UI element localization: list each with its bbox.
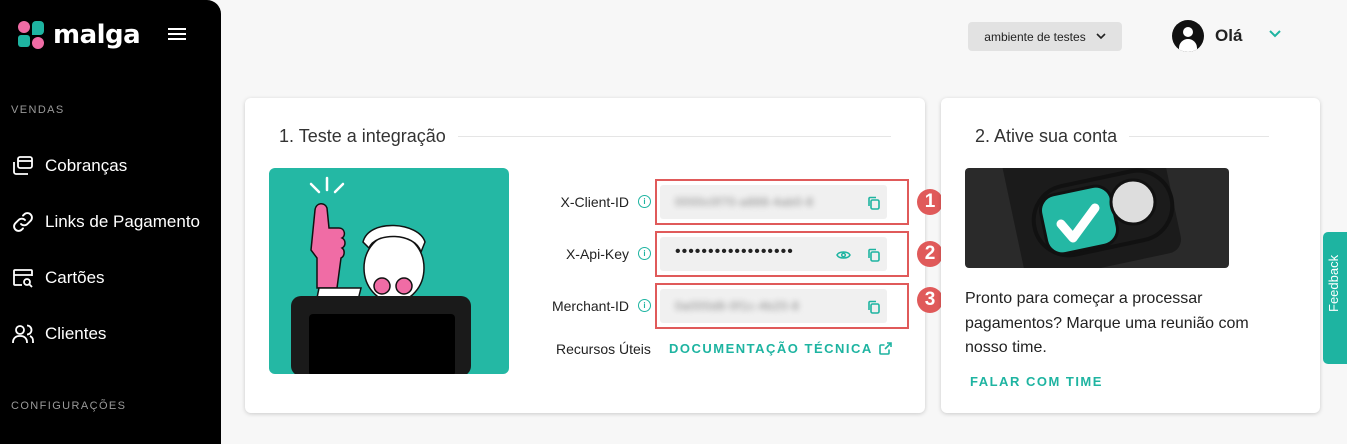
sidebar-item-label: Clientes	[45, 324, 107, 343]
feedback-tab[interactable]: Feedback	[1323, 232, 1347, 364]
environment-value: ambiente de testes	[984, 29, 1086, 44]
info-icon[interactable]: i	[638, 195, 651, 208]
client-id-value: 0000c0f70-a888-4ab0-8	[675, 195, 814, 209]
environment-select[interactable]: ambiente de testes	[968, 22, 1122, 51]
resources-label: Recursos Úteis	[556, 341, 651, 357]
copy-icon[interactable]	[867, 196, 881, 210]
chevron-down-icon	[1096, 33, 1106, 40]
api-key-field: ••••••••••••••••••	[655, 231, 909, 277]
info-icon[interactable]: i	[638, 247, 651, 260]
info-icon[interactable]: i	[638, 299, 651, 312]
merchant-id-value: 0a000d8-0f1c-4b20-8	[675, 299, 800, 313]
step-badge: 3	[917, 287, 943, 313]
avatar	[1172, 20, 1204, 52]
activate-description: Pronto para começar a processar pagament…	[965, 290, 1249, 356]
card-search-icon	[13, 269, 33, 288]
merchant-id-field: 0a000d8-0f1c-4b20-8	[655, 283, 909, 329]
api-key-value: ••••••••••••••••••	[675, 243, 794, 260]
toggle-checkmark-illustration	[965, 168, 1229, 268]
brand-name: malga	[53, 20, 141, 50]
docs-link[interactable]: DOCUMENTAÇÃO TÉCNICA	[669, 341, 892, 356]
sidebar-item-label: Links de Pagamento	[45, 212, 200, 231]
section-label-sales: VENDAS	[11, 104, 65, 116]
users-icon	[12, 324, 34, 343]
sidebar-item-label: Cobranças	[45, 156, 128, 175]
menu-collapse-icon[interactable]	[166, 26, 188, 42]
sidebar-item-label: Cartões	[45, 268, 105, 287]
docs-link-label: DOCUMENTAÇÃO TÉCNICA	[669, 341, 873, 356]
copy-icon[interactable]	[867, 300, 881, 314]
sidebar: malga VENDAS Cobranças Links de Pagament…	[0, 0, 221, 444]
user-menu[interactable]: Olá	[1172, 20, 1242, 52]
eye-icon[interactable]	[836, 249, 851, 261]
step-badge: 1	[917, 189, 943, 215]
copy-icon[interactable]	[867, 248, 881, 262]
sidebar-item-cards[interactable]: Cartões	[11, 263, 105, 293]
sidebar-item-payment-links[interactable]: Links de Pagamento	[11, 207, 200, 237]
feedback-label: Feedback	[1326, 254, 1341, 312]
logo[interactable]: malga	[18, 20, 141, 50]
talk-to-team-link[interactable]: FALAR COM TIME	[970, 374, 1103, 389]
logo-mark-icon	[18, 21, 46, 49]
step-badge: 2	[917, 241, 943, 267]
client-id-field: 0000c0f70-a888-4ab0-8	[655, 179, 909, 225]
activate-card-title: 2. Ative sua conta	[975, 126, 1270, 147]
chevron-down-icon[interactable]	[1268, 29, 1282, 39]
link-icon	[13, 212, 33, 232]
client-id-label: X-Client-ID	[560, 194, 629, 210]
thumbs-up-illustration	[269, 168, 509, 374]
external-link-icon	[879, 342, 892, 355]
merchant-id-label: Merchant-ID	[551, 298, 629, 314]
sidebar-item-charges[interactable]: Cobranças	[11, 151, 127, 181]
integration-card-title: 1. Teste a integração	[279, 126, 891, 147]
charges-icon	[13, 156, 33, 175]
section-label-settings: CONFIGURAÇÕES	[11, 400, 127, 412]
user-greeting: Olá	[1215, 26, 1243, 45]
api-key-label: X-Api-Key	[565, 246, 629, 262]
sidebar-item-customers[interactable]: Clientes	[11, 319, 106, 349]
